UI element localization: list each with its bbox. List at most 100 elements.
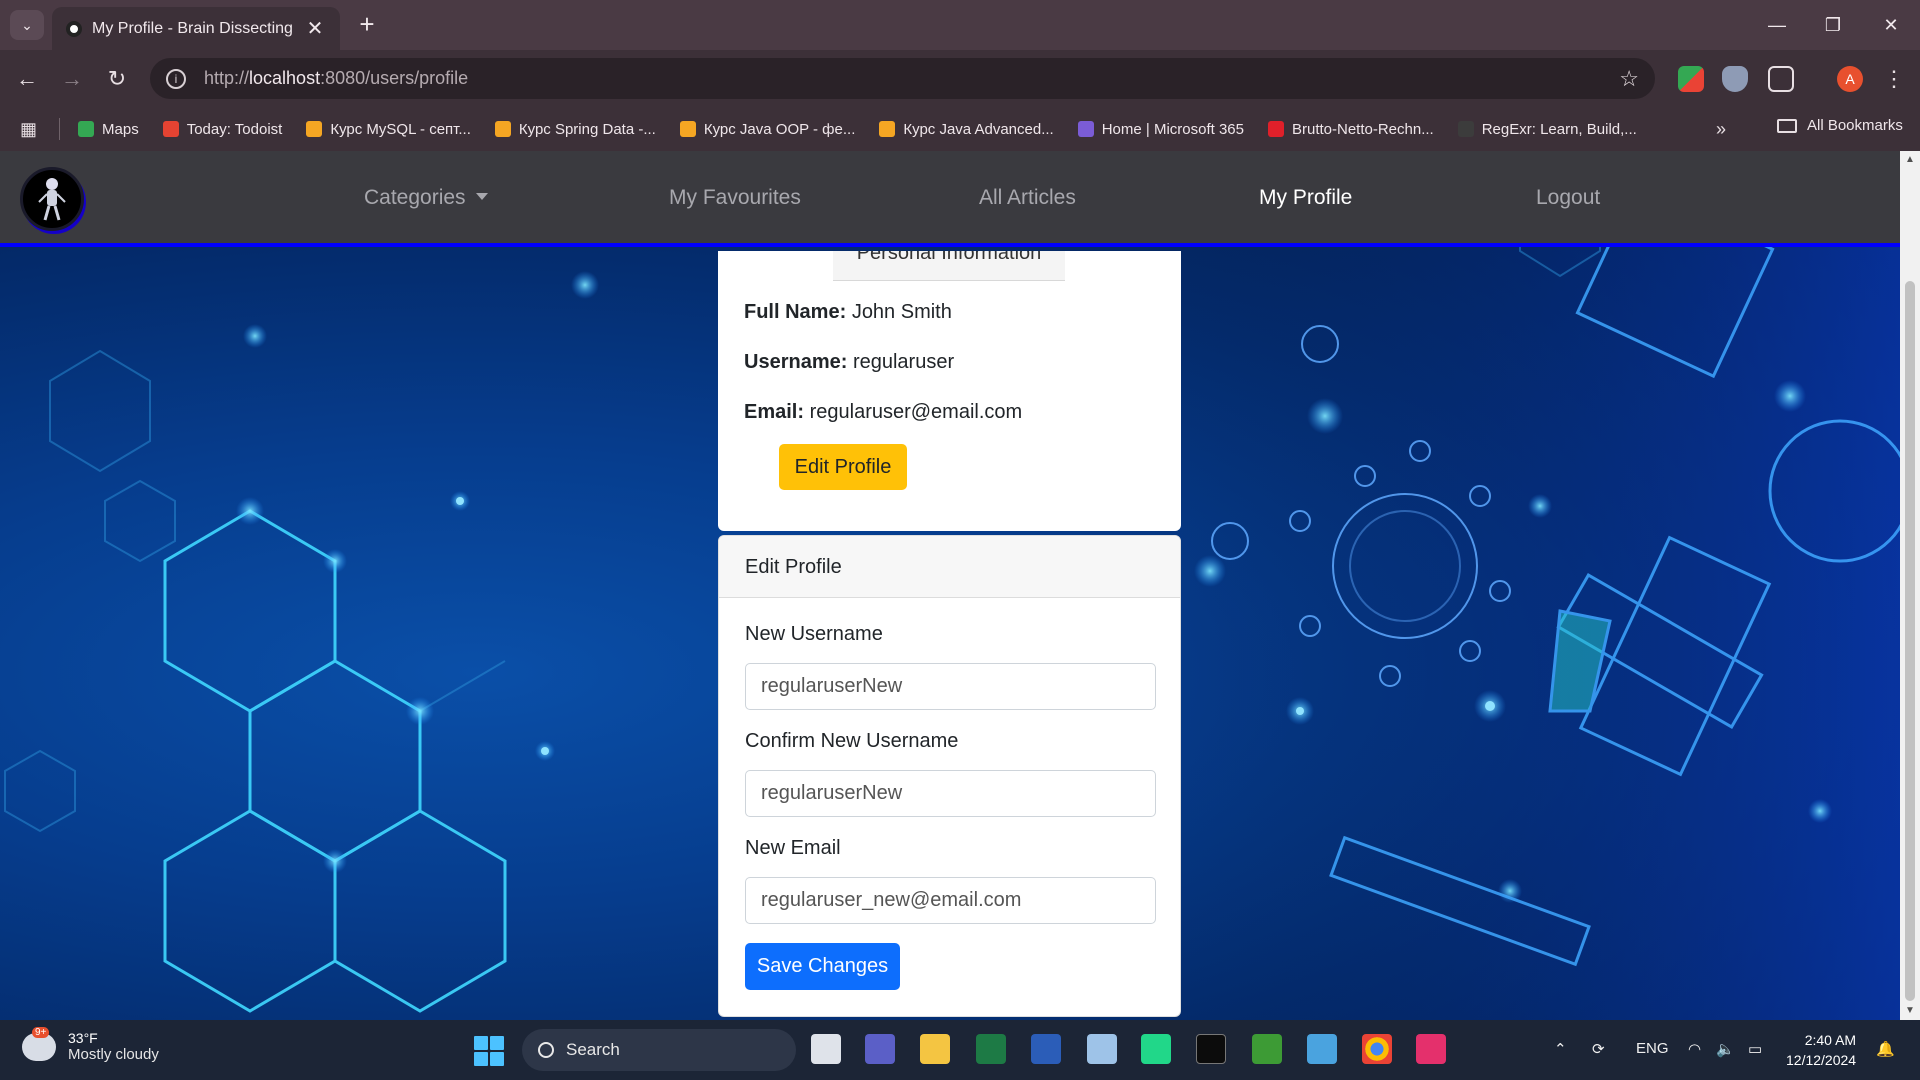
nav-categories-dropdown[interactable]: Categories: [364, 186, 488, 210]
bookmark-item[interactable]: Brutto-Netto-Rechn...: [1267, 121, 1434, 138]
tab-title: My Profile - Brain Dissecting: [92, 19, 293, 37]
bookmark-item[interactable]: Курс Java Advanced...: [879, 121, 1054, 138]
new-email-label: New Email: [745, 837, 841, 859]
folder-icon: [1777, 118, 1797, 133]
tray-overflow-icon[interactable]: ⌃: [1554, 1040, 1567, 1058]
bookmark-item[interactable]: RegExr: Learn, Build,...: [1457, 121, 1637, 138]
bookmark-favicon-icon: [1457, 121, 1474, 137]
minimize-button[interactable]: —: [1752, 8, 1802, 42]
profile-avatar[interactable]: A: [1837, 66, 1863, 92]
close-window-button[interactable]: ✕: [1866, 8, 1916, 42]
scroll-down-arrow-icon[interactable]: ▼: [1900, 1002, 1920, 1020]
username-row: Username: regularuser: [744, 351, 954, 374]
shield-extension-icon[interactable]: [1722, 66, 1748, 92]
new-username-input[interactable]: [745, 663, 1156, 710]
site-logo[interactable]: [20, 167, 84, 231]
all-bookmarks-label: All Bookmarks: [1807, 117, 1903, 134]
photos-icon[interactable]: [1087, 1034, 1117, 1064]
bookmark-item[interactable]: Home | Microsoft 365: [1077, 120, 1244, 138]
clock-time: 2:40 AM: [1804, 1032, 1857, 1048]
site-navbar: Categories My Favourites All Articles My…: [0, 151, 1900, 247]
bookmark-favicon-icon: [162, 121, 179, 137]
clock-date: 12/12/2024: [1786, 1052, 1857, 1068]
sync-icon[interactable]: ⟳: [1592, 1040, 1605, 1058]
bookmark-item[interactable]: Today: Todoist: [162, 120, 283, 138]
bookmark-item[interactable]: Курс MySQL - септ...: [306, 121, 471, 138]
excel-icon[interactable]: [976, 1034, 1006, 1064]
robot-logo-icon: [38, 178, 66, 221]
reload-button[interactable]: ↻: [100, 62, 134, 96]
site-info-icon[interactable]: i: [166, 68, 186, 89]
new-email-input[interactable]: [745, 877, 1156, 924]
bookmark-item[interactable]: Курс Java OOP - фе...: [679, 121, 855, 138]
bookmark-favicon-icon: [1267, 121, 1284, 137]
new-tab-button[interactable]: +: [352, 10, 382, 40]
bookmark-star-icon[interactable]: ☆: [1619, 66, 1639, 92]
full-name-label: Full Name:: [744, 301, 847, 323]
lock-app-icon[interactable]: [1252, 1034, 1282, 1064]
caret-down-icon: [475, 193, 488, 200]
save-changes-button[interactable]: Save Changes: [745, 943, 900, 990]
nav-logout[interactable]: Logout: [1536, 186, 1600, 210]
page-scrollbar[interactable]: ▲ ▼: [1900, 151, 1920, 1020]
system-clock[interactable]: 2:40 AM 12/12/2024: [1786, 1030, 1856, 1070]
terminal-icon[interactable]: [1196, 1034, 1226, 1064]
intellij-icon[interactable]: [1416, 1034, 1446, 1064]
bookmarks-divider: [59, 118, 61, 140]
extension-icon[interactable]: [1678, 66, 1704, 92]
address-bar[interactable]: i http://localhost:8080/users/profile ☆: [150, 58, 1655, 99]
profile-info-card: Personal Information Full Name: John Smi…: [718, 251, 1181, 531]
back-button[interactable]: ←: [10, 62, 44, 96]
file-explorer-icon[interactable]: [920, 1034, 950, 1064]
notifications-bell-icon[interactable]: 🔔: [1876, 1040, 1895, 1058]
forward-button[interactable]: →: [55, 62, 89, 96]
email-label: Email:: [744, 401, 805, 423]
word-icon[interactable]: [1031, 1034, 1061, 1064]
extensions-puzzle-icon[interactable]: [1768, 66, 1794, 92]
bookmark-label: Today: Todoist: [186, 120, 283, 138]
taskbar-search[interactable]: Search: [522, 1029, 796, 1071]
nav-my-profile[interactable]: My Profile: [1259, 186, 1352, 210]
weather-widget[interactable]: 9+ 33°F Mostly cloudy: [22, 1026, 159, 1063]
bookmark-item[interactable]: Maps: [78, 121, 139, 138]
scrollbar-thumb[interactable]: [1905, 281, 1915, 1001]
page-viewport: Categories My Favourites All Articles My…: [0, 151, 1900, 1020]
email-row: Email: regularuser@email.com: [744, 401, 1022, 424]
chrome-icon[interactable]: [1362, 1034, 1392, 1064]
pycharm-icon[interactable]: [1141, 1034, 1171, 1064]
bookmark-label: Home | Microsoft 365: [1101, 120, 1244, 138]
bookmark-favicon-icon: [78, 121, 95, 137]
more-bookmarks-icon[interactable]: »: [1716, 119, 1726, 140]
restore-button[interactable]: ❐: [1808, 8, 1858, 42]
edit-profile-card: Edit Profile New Username Confirm New Us…: [718, 535, 1181, 1017]
all-bookmarks-button[interactable]: All Bookmarks: [1777, 117, 1903, 134]
bookmark-favicon-icon: [494, 121, 511, 137]
apps-grid-icon[interactable]: ▦: [20, 119, 37, 140]
confirm-username-input[interactable]: [745, 770, 1156, 817]
scroll-up-arrow-icon[interactable]: ▲: [1900, 151, 1920, 169]
bookmark-item[interactable]: Курс Spring Data -...: [494, 121, 656, 138]
site-favicon-icon: [66, 20, 82, 37]
confirm-username-label: Confirm New Username: [745, 730, 959, 752]
bookmark-favicon-icon: [306, 121, 323, 137]
close-tab-icon[interactable]: ✕: [304, 16, 326, 41]
tab-search-button[interactable]: ⌄: [10, 10, 44, 40]
notepad-icon[interactable]: [1307, 1034, 1337, 1064]
battery-icon[interactable]: ▭: [1748, 1040, 1762, 1058]
browser-menu-icon[interactable]: ⋮: [1877, 62, 1911, 96]
edit-profile-button[interactable]: Edit Profile: [779, 444, 907, 490]
volume-icon[interactable]: 🔈: [1716, 1040, 1735, 1058]
bookmark-label: Maps: [102, 120, 139, 138]
browser-tab[interactable]: My Profile - Brain Dissecting ✕: [52, 7, 340, 50]
bookmark-favicon-icon: [879, 121, 896, 137]
nav-all-articles[interactable]: All Articles: [979, 186, 1076, 210]
url-text: http://localhost:8080/users/profile: [204, 68, 469, 88]
personal-information-tab[interactable]: Personal Information: [833, 251, 1065, 281]
wifi-icon[interactable]: ◠: [1688, 1040, 1701, 1058]
taskbar-search-label: Search: [566, 1040, 620, 1059]
windows-start-button[interactable]: [474, 1036, 504, 1066]
teams-icon[interactable]: [865, 1034, 895, 1064]
task-view-icon[interactable]: [811, 1034, 841, 1064]
language-indicator[interactable]: ENG: [1636, 1040, 1669, 1057]
nav-my-favourites[interactable]: My Favourites: [669, 186, 801, 210]
